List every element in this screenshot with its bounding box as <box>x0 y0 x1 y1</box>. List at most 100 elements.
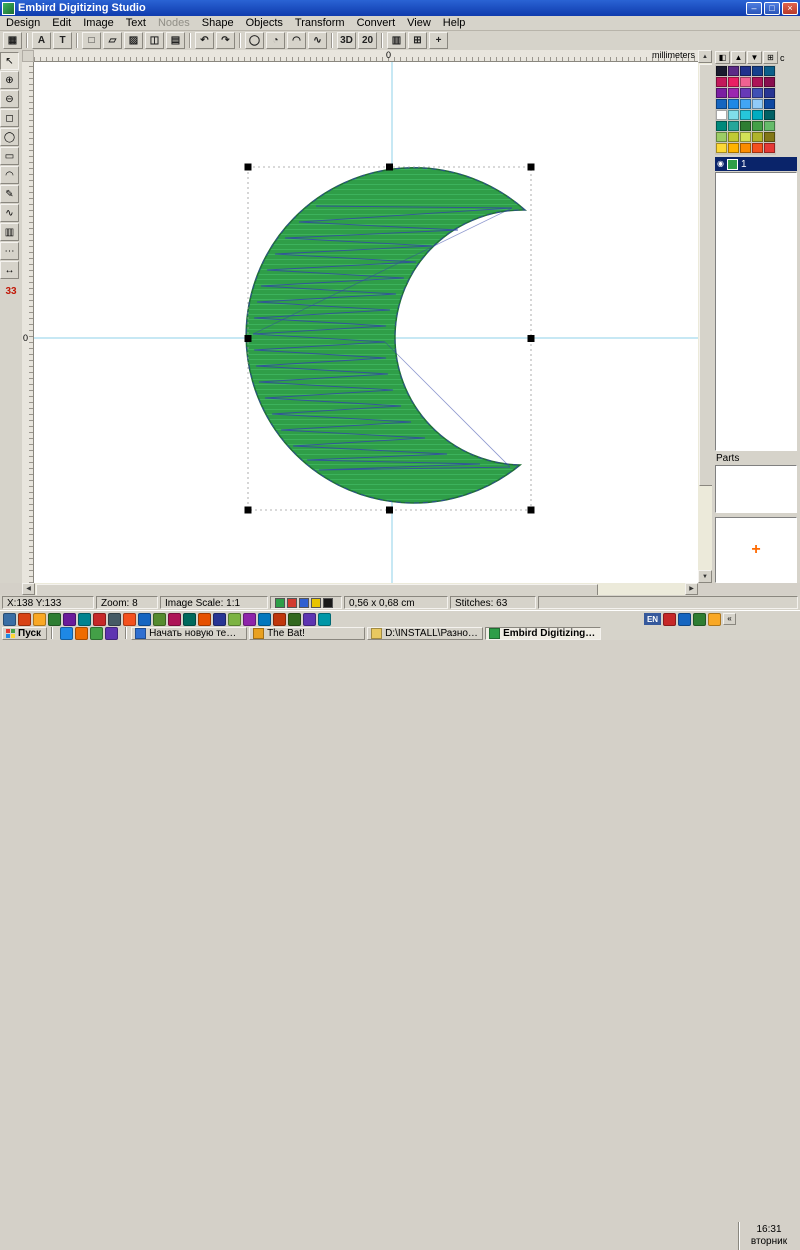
arc-tool[interactable]: ◠ <box>0 166 19 184</box>
taskbar-shortcut-icon[interactable] <box>303 613 316 626</box>
palette-swatch[interactable] <box>740 66 751 76</box>
taskbar-shortcut-icon[interactable] <box>228 613 241 626</box>
tray-icon[interactable] <box>678 613 691 626</box>
tray-collapse-button[interactable]: « <box>723 613 736 625</box>
new-design-icon[interactable]: □ <box>82 32 101 49</box>
palette-swatch[interactable] <box>716 66 727 76</box>
palette-swatch[interactable] <box>728 121 739 131</box>
open-design-icon[interactable]: ▱ <box>103 32 122 49</box>
palette-swatch[interactable] <box>740 132 751 142</box>
taskbar-shortcut-icon[interactable] <box>183 613 196 626</box>
spin-down-icon[interactable]: ▼ <box>747 51 762 64</box>
taskbar-shortcut-icon[interactable] <box>78 613 91 626</box>
taskbar-shortcut-icon[interactable] <box>243 613 256 626</box>
palette-swatch[interactable] <box>764 110 775 120</box>
selection-handle-middle-right[interactable] <box>528 335 535 342</box>
palette-swatch[interactable] <box>764 66 775 76</box>
selection-handle-top-left[interactable] <box>245 164 252 171</box>
palette-swatch[interactable] <box>752 143 763 153</box>
palette-swatch[interactable] <box>740 99 751 109</box>
taskbar-shortcut-icon[interactable] <box>123 613 136 626</box>
import-image-icon[interactable]: ▨ <box>124 32 143 49</box>
vertical-scroll-thumb[interactable] <box>699 64 713 486</box>
pie-shape-icon[interactable]: ◔ <box>266 32 285 49</box>
palette-swatch[interactable] <box>740 143 751 153</box>
menu-item-help[interactable]: Help <box>437 16 472 30</box>
selection-handle-bottom-left[interactable] <box>245 507 252 514</box>
ellipse-tool[interactable]: ◯ <box>0 128 19 146</box>
palette-swatch[interactable] <box>728 77 739 87</box>
taskbar-shortcut-icon[interactable] <box>273 613 286 626</box>
palette-swatch[interactable] <box>764 99 775 109</box>
palette-swatch[interactable] <box>752 77 763 87</box>
menu-item-objects[interactable]: Objects <box>240 16 289 30</box>
palette-swatch[interactable] <box>716 121 727 131</box>
palette-swatch[interactable] <box>752 121 763 131</box>
taskbar-shortcut-icon[interactable] <box>138 613 151 626</box>
palette-swatch[interactable] <box>740 88 751 98</box>
menu-item-nodes[interactable]: Nodes <box>152 16 196 30</box>
tray-icon[interactable] <box>693 613 706 626</box>
palette-swatch[interactable] <box>716 77 727 87</box>
taskbar-shortcut-icon[interactable] <box>198 613 211 626</box>
quick-launch-icon[interactable] <box>90 627 103 640</box>
palette-swatch[interactable] <box>716 99 727 109</box>
task-button-embird[interactable]: Embird Digitizing Stud... <box>485 627 601 640</box>
palette-swatch[interactable] <box>716 132 727 142</box>
create-letters-icon[interactable]: A <box>32 32 51 49</box>
menu-item-edit[interactable]: Edit <box>46 16 77 30</box>
palette-swatch[interactable] <box>764 77 775 87</box>
taskbar-shortcut-icon[interactable] <box>153 613 166 626</box>
fill-parameters-icon[interactable]: ▥ <box>387 32 406 49</box>
crescent-shape[interactable] <box>246 168 525 503</box>
palette-swatch[interactable] <box>764 132 775 142</box>
taskbar-shortcut-icon[interactable] <box>168 613 181 626</box>
rectangle-tool[interactable]: ▭ <box>0 147 19 165</box>
palette-swatch[interactable] <box>752 132 763 142</box>
bezier-tool[interactable]: ∿ <box>0 204 19 222</box>
measure-tool[interactable]: ↔ <box>0 261 19 279</box>
selection-handle-top-middle[interactable] <box>386 164 393 171</box>
curve-shape-icon[interactable]: ∿ <box>308 32 327 49</box>
quick-launch-icon[interactable] <box>75 627 88 640</box>
taskbar-shortcut-icon[interactable] <box>258 613 271 626</box>
palette-swatch[interactable] <box>752 99 763 109</box>
menu-item-transform[interactable]: Transform <box>289 16 351 30</box>
quick-launch-icon[interactable] <box>60 627 73 640</box>
menu-item-view[interactable]: View <box>401 16 437 30</box>
freehand-tool[interactable]: ✎ <box>0 185 19 203</box>
edit-text-icon[interactable]: T <box>53 32 72 49</box>
palette-swatch[interactable] <box>728 66 739 76</box>
scroll-down-button[interactable]: ▼ <box>698 570 712 583</box>
scroll-up-button[interactable]: ▲ <box>698 50 712 63</box>
thread-catalog-icon[interactable]: ⊞ <box>763 51 778 64</box>
palette-swatch[interactable] <box>728 88 739 98</box>
selection-handle-middle-left[interactable] <box>245 335 252 342</box>
undo-icon[interactable]: ↶ <box>195 32 214 49</box>
minimize-button[interactable]: – <box>746 2 762 15</box>
design-canvas[interactable] <box>34 62 698 583</box>
palette-swatch[interactable] <box>728 110 739 120</box>
palette-swatch[interactable] <box>752 110 763 120</box>
running-stitch-tool[interactable]: ⋯ <box>0 242 19 260</box>
redo-icon[interactable]: ↷ <box>216 32 235 49</box>
taskbar-shortcut-icon[interactable] <box>288 613 301 626</box>
palette-swatch[interactable] <box>728 132 739 142</box>
ellipse-shape-icon[interactable]: ◯ <box>245 32 264 49</box>
visibility-icon[interactable]: ◉ <box>717 160 724 168</box>
task-button-browser[interactable]: Начать новую тему :: В... <box>131 627 247 640</box>
select-tool[interactable]: ↖ <box>0 52 19 70</box>
parts-panel[interactable] <box>715 465 797 513</box>
arc-shape-icon[interactable]: ◠ <box>287 32 306 49</box>
taskbar-shortcut-icon[interactable] <box>33 613 46 626</box>
design-manager-icon[interactable]: ▦ <box>3 32 22 49</box>
palette-swatch[interactable] <box>764 143 775 153</box>
taskbar-shortcut-icon[interactable] <box>213 613 226 626</box>
taskbar-shortcut-icon[interactable] <box>3 613 16 626</box>
start-button[interactable]: Пуск <box>2 627 47 640</box>
palette-mode-icon[interactable]: ◧ <box>715 51 730 64</box>
palette-swatch[interactable] <box>716 143 727 153</box>
taskbar-shortcut-icon[interactable] <box>93 613 106 626</box>
taskbar-shortcut-icon[interactable] <box>318 613 331 626</box>
close-button[interactable]: × <box>782 2 798 15</box>
